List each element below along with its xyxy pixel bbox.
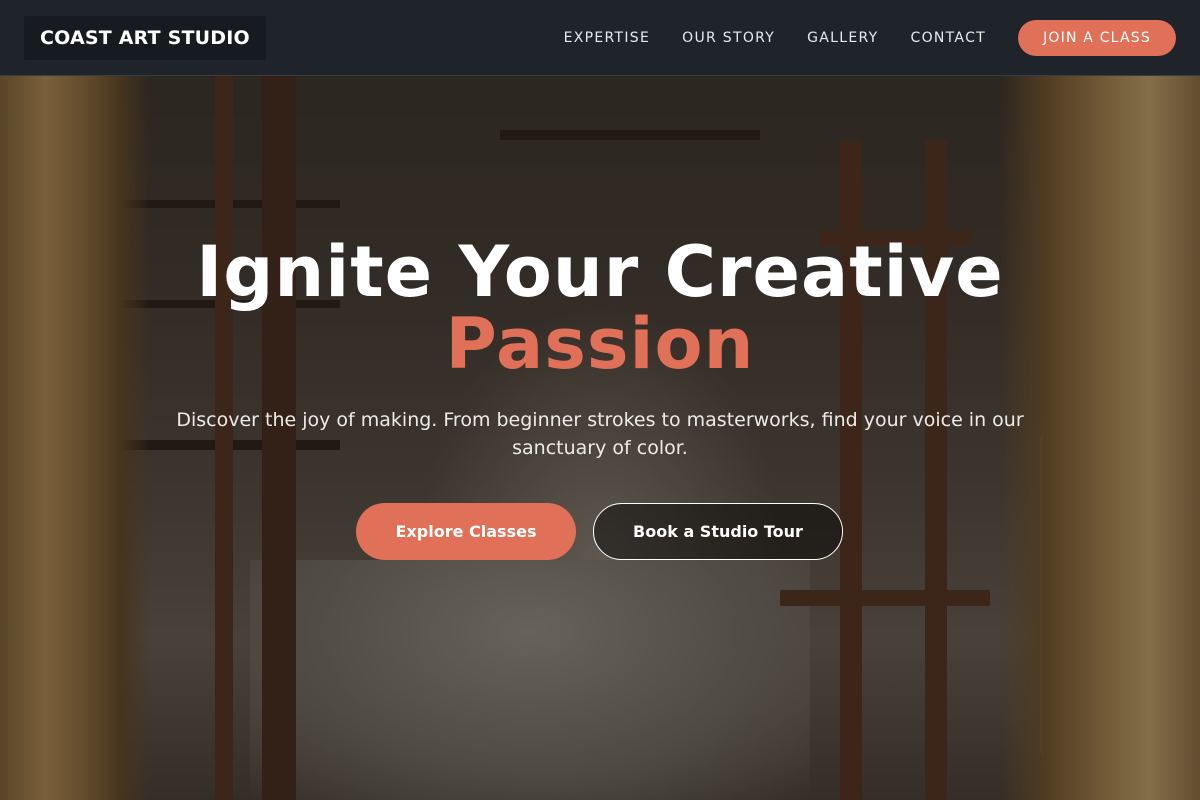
explore-classes-button[interactable]: Explore Classes — [356, 503, 576, 560]
nav-link-contact[interactable]: CONTACT — [911, 30, 987, 46]
navbar: COAST ART STUDIO EXPERTISE OUR STORY GAL… — [0, 0, 1200, 76]
brand-name: COAST ART STUDIO — [40, 27, 250, 49]
join-class-button[interactable]: JOIN A CLASS — [1018, 20, 1176, 56]
book-studio-tour-button[interactable]: Book a Studio Tour — [593, 503, 843, 560]
brand-logo[interactable]: COAST ART STUDIO — [24, 16, 266, 60]
hero-headline: Ignite Your Creative — [196, 231, 1004, 313]
nav-link-expertise[interactable]: EXPERTISE — [564, 30, 651, 46]
hero-section: Ignite Your Creative Passion Discover th… — [0, 76, 1200, 800]
nav-links: EXPERTISE OUR STORY GALLERY CONTACT — [564, 0, 986, 76]
hero-subtext: Discover the joy of making. From beginne… — [176, 409, 1024, 459]
hero-headline-accent: Passion — [445, 303, 755, 385]
nav-link-our-story[interactable]: OUR STORY — [682, 30, 775, 46]
nav-link-gallery[interactable]: GALLERY — [807, 30, 878, 46]
